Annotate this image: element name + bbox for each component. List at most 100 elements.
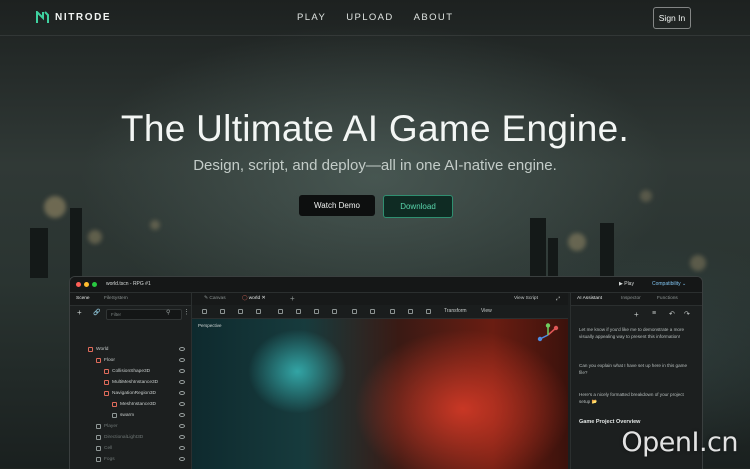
editor-play-button[interactable]: ▶ Play (619, 281, 634, 287)
bokeh-light (88, 230, 102, 244)
view-menu[interactable]: View (481, 308, 492, 314)
snap-tool-icon[interactable] (332, 309, 337, 314)
tree-node[interactable]: MeshInstance3D (70, 399, 191, 410)
visibility-eye-icon[interactable] (179, 435, 185, 439)
node-type-icon (96, 358, 101, 363)
assistant-message: Let me know if you'd like me to demonstr… (579, 327, 685, 339)
close-icon[interactable]: ✕ (260, 296, 266, 301)
redo-icon[interactable]: ↷ (684, 310, 690, 318)
add-tab-icon[interactable]: + (290, 294, 295, 303)
tree-node[interactable]: MultiMeshInstance3D (70, 377, 191, 388)
tab-world[interactable]: ◯ world ✕ (242, 296, 266, 301)
editor-preview-window: world.tscn - RPG #1 ▶ Play Compatibility… (69, 276, 703, 469)
scale-tool-icon[interactable] (256, 309, 261, 314)
settings-tool-icon[interactable] (426, 309, 431, 314)
tab-inspector[interactable]: Inspector (621, 296, 641, 301)
bokeh-light (640, 190, 652, 202)
tab-world-label: world (248, 296, 261, 301)
brand-name: NITRODE (55, 12, 112, 23)
camera-tool-icon[interactable] (352, 309, 357, 314)
visibility-eye-icon[interactable] (179, 347, 185, 351)
tab-filesystem[interactable]: FileSystem (104, 296, 128, 301)
visibility-eye-icon[interactable] (179, 446, 185, 450)
viewport-perspective-label[interactable]: Perspective (198, 323, 222, 328)
node-type-icon (112, 413, 117, 418)
select-tool-icon[interactable] (202, 309, 207, 314)
add-node-icon[interactable]: + (77, 308, 82, 317)
visibility-eye-icon[interactable] (179, 391, 185, 395)
tab-ai-assistant[interactable]: AI Assistant (577, 296, 602, 301)
light-tool-icon[interactable] (370, 309, 375, 314)
assistant-message: Here's a nicely formatted breakdown of y… (579, 392, 684, 404)
tree-node-label: World (96, 347, 109, 352)
viewport-toolbar: Transform View (192, 305, 568, 319)
move-tool-icon[interactable] (220, 309, 225, 314)
group-tool-icon[interactable] (314, 309, 319, 314)
more-options-icon[interactable]: ⋮ (183, 308, 190, 316)
rotate-tool-icon[interactable] (238, 309, 243, 314)
scene-filter-input[interactable]: Filter (106, 309, 182, 320)
list-tool-icon[interactable] (278, 309, 283, 314)
tree-node-label: Floor (104, 358, 115, 363)
user-message: Can you explain what I have set up here … (579, 363, 688, 375)
tab-scene[interactable]: Scene (76, 296, 90, 301)
tree-node-label: MeshInstance3D (120, 402, 156, 407)
node-type-icon (96, 424, 101, 429)
expand-icon[interactable]: ⤢ (556, 296, 560, 302)
bokeh-light (690, 255, 706, 271)
nav-link-play[interactable]: PLAY (297, 12, 326, 23)
3d-viewport[interactable]: Perspective (192, 319, 568, 469)
editor-window-title: world.tscn - RPG #1 (106, 281, 151, 287)
viewport-area: ✎ Canvas ◯ world ✕ + View Script ⤢ Trans… (192, 293, 568, 469)
tree-node-label: swarm (120, 413, 135, 418)
download-button[interactable]: Download (383, 195, 453, 218)
list-icon[interactable]: ≡ (652, 310, 656, 317)
env-tool-icon[interactable] (408, 309, 413, 314)
tree-node[interactable]: swarm (70, 410, 191, 421)
tree-node[interactable]: CollisionShape3D (70, 366, 191, 377)
sign-in-button[interactable]: Sign In (653, 7, 691, 29)
tree-node[interactable]: World (70, 344, 191, 355)
undo-icon[interactable]: ↶ (669, 310, 675, 318)
node-type-icon (96, 457, 101, 462)
lock-tool-icon[interactable] (296, 309, 301, 314)
editor-titlebar: world.tscn - RPG #1 ▶ Play Compatibility… (70, 277, 702, 293)
bokeh-light (150, 220, 160, 230)
tab-functions[interactable]: Functions (657, 296, 678, 301)
transform-menu[interactable]: Transform (444, 308, 467, 314)
nav-link-about[interactable]: ABOUT (414, 12, 454, 23)
new-chat-icon[interactable]: + (634, 310, 639, 319)
visibility-eye-icon[interactable] (179, 402, 185, 406)
link-icon[interactable]: 🔗 (93, 309, 100, 316)
watch-demo-button[interactable]: Watch Demo (299, 195, 375, 216)
watermark: OpenI.cn (621, 427, 738, 458)
bokeh-light (44, 196, 66, 218)
visibility-eye-icon[interactable] (179, 369, 185, 373)
tab-canvas[interactable]: ✎ Canvas (204, 296, 226, 301)
node-type-icon (104, 380, 109, 385)
compatibility-dropdown[interactable]: Compatibility ⌄ (652, 281, 686, 287)
tree-node[interactable]: Player (70, 421, 191, 432)
tree-node[interactable]: DirectionalLight3D (70, 432, 191, 443)
tree-node[interactable]: Fogs (70, 454, 191, 465)
visibility-eye-icon[interactable] (179, 358, 185, 362)
nav-link-upload[interactable]: UPLOAD (346, 12, 393, 23)
visibility-eye-icon[interactable] (179, 413, 185, 417)
top-navbar: NITRODE PLAY UPLOAD ABOUT Sign In (0, 0, 750, 36)
hero-subtitle: Design, script, and deploy—all in one AI… (193, 157, 557, 174)
tree-node[interactable]: Cell (70, 443, 191, 454)
visibility-eye-icon[interactable] (179, 457, 185, 461)
tree-node[interactable]: NavigationRegion3D (70, 388, 191, 399)
tree-node-label: NavigationRegion3D (112, 391, 156, 396)
visibility-eye-icon[interactable] (179, 380, 185, 384)
orientation-gizmo-icon[interactable] (536, 323, 560, 347)
city-silhouette (30, 228, 48, 278)
tab-canvas-label: Canvas (209, 296, 226, 301)
tree-node[interactable]: Floor (70, 355, 191, 366)
brand-logo[interactable]: NITRODE (36, 11, 111, 24)
sun-tool-icon[interactable] (390, 309, 395, 314)
view-script-button[interactable]: View Script (514, 296, 538, 301)
tree-node-label: MultiMeshInstance3D (112, 380, 159, 385)
node-type-icon (104, 391, 109, 396)
visibility-eye-icon[interactable] (179, 424, 185, 428)
